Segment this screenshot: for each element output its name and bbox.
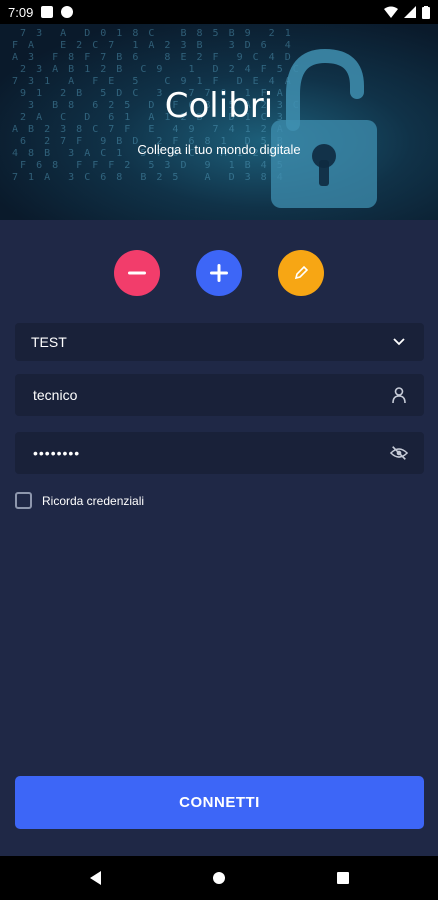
password-value: •••••••• [33,445,81,461]
pencil-icon [294,266,308,280]
recents-icon[interactable] [336,871,350,885]
minus-icon [128,271,146,275]
home-icon[interactable] [212,871,226,885]
plus-icon [210,264,228,282]
system-nav-bar [0,856,438,900]
battery-icon [422,5,430,19]
profile-select[interactable]: TEST [15,323,424,361]
connect-button[interactable]: CONNETTI [15,776,424,829]
user-icon [390,386,408,404]
app-title: Colibri [164,86,274,126]
add-profile-button[interactable] [196,250,242,296]
app-subtitle: Collega il tuo mondo digitale [137,142,301,157]
status-time: 7:09 [8,4,34,20]
remember-credentials-row[interactable]: Ricorda credenziali [15,492,144,509]
hero-banner: 7 3 A D 0 1 8 C B 8 5 B 9 2 1 F A E 2 C … [0,24,438,220]
password-field[interactable]: •••••••• [15,432,424,474]
wifi-icon [384,6,398,18]
padlock-icon [271,48,377,208]
signal-icon [404,6,416,18]
profile-select-value: TEST [31,334,67,350]
back-icon[interactable] [88,870,102,886]
status-bar-left: 7:09 [8,4,74,20]
remember-label: Ricorda credenziali [42,493,145,508]
remember-checkbox[interactable] [15,492,32,509]
username-value: tecnico [33,387,78,403]
notification-icon [41,6,54,18]
status-bar-right [384,5,430,19]
profile-actions [0,250,438,296]
chevron-down-icon [390,333,408,351]
username-field[interactable]: tecnico [15,374,424,416]
remove-profile-button[interactable] [114,250,160,296]
status-bar: 7:09 [0,0,438,24]
app-notification-icon [61,6,74,18]
edit-profile-button[interactable] [278,250,324,296]
eye-off-icon[interactable] [390,444,408,462]
